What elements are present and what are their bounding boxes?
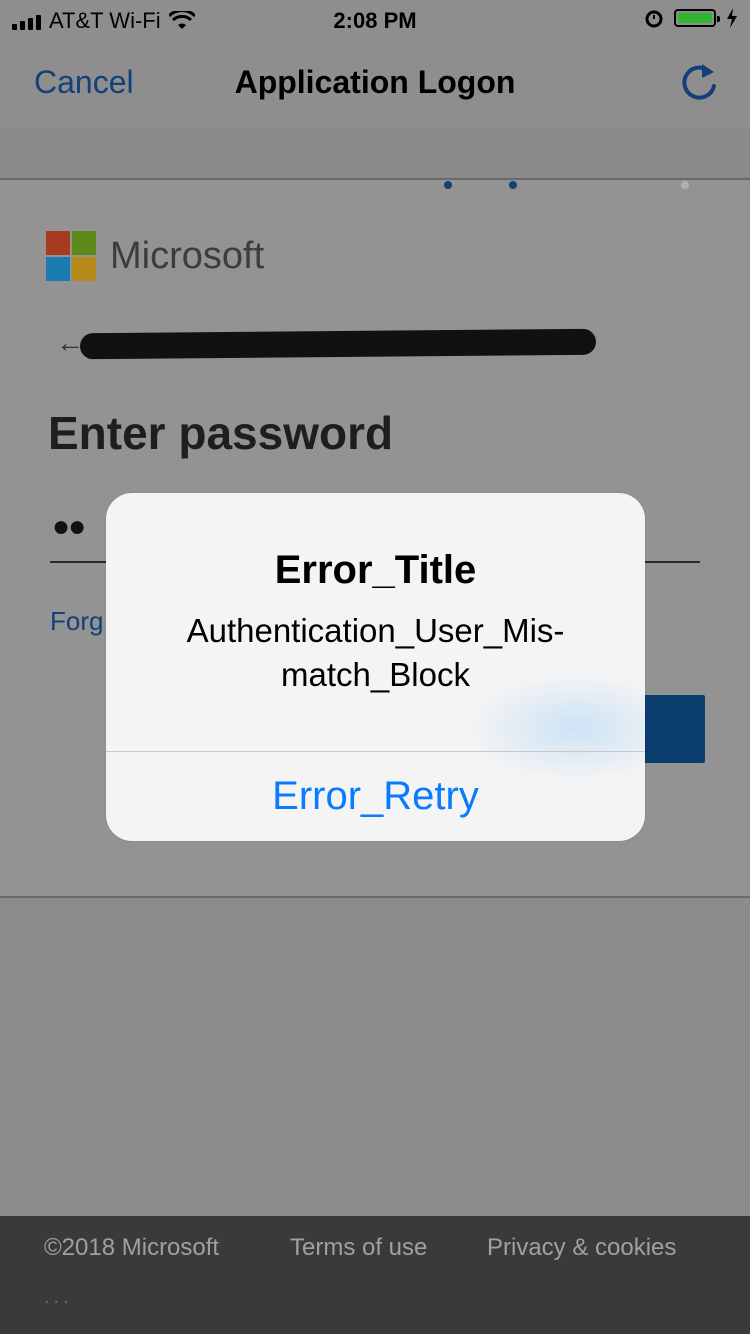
account-row[interactable]: ← (56, 325, 597, 365)
progress-dot (509, 181, 517, 189)
redacted-email (79, 328, 597, 360)
nav-subbar (0, 128, 750, 180)
loading-indicator (0, 180, 750, 190)
alarm-icon (645, 10, 663, 28)
refresh-icon[interactable] (680, 60, 720, 104)
microsoft-logo: Microsoft (46, 231, 264, 281)
alert-message-line: Authentication_User_Mis- (186, 612, 565, 649)
retry-button[interactable]: Error_Retry (106, 752, 645, 841)
alert-message-line: match_Block (281, 656, 470, 693)
progress-dot (444, 181, 452, 189)
alert-title: Error_Title (274, 548, 477, 592)
progress-dot (681, 181, 689, 189)
charging-icon (727, 8, 737, 28)
brand-name: Microsoft (110, 234, 265, 277)
status-bar: AT&T Wi-Fi 2:08 PM (0, 0, 750, 40)
enter-password-heading: Enter password (48, 407, 394, 459)
status-time: 2:08 PM (333, 8, 417, 33)
error-alert: Error_Title Authentication_User_Mis- mat… (106, 493, 645, 841)
privacy-link[interactable]: Privacy & cookies (487, 1234, 676, 1262)
copyright-text: ©2018 Microsoft (44, 1234, 220, 1261)
microsoft-logo-icon (46, 231, 96, 281)
navigation-bar: Cancel Application Logon (0, 40, 750, 128)
alert-message: Authentication_User_Mis- match_Block (146, 609, 605, 697)
footer: ©2018 Microsoft Terms of use Privacy & c… (0, 1216, 750, 1334)
forgot-password-link[interactable]: Forg (50, 606, 103, 637)
status-right (644, 8, 738, 28)
more-options-icon[interactable]: ... (44, 1286, 73, 1309)
password-input[interactable]: ●● (52, 510, 86, 544)
battery-icon (674, 9, 720, 27)
page-title: Application Logon (234, 64, 516, 100)
terms-link[interactable]: Terms of use (290, 1234, 427, 1262)
